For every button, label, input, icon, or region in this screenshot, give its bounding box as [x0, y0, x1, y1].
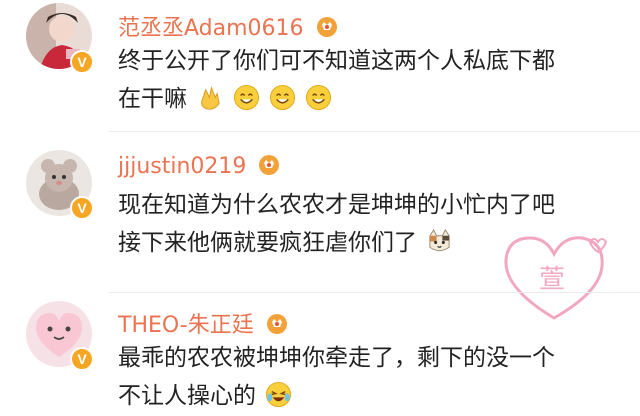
smile-emoji-icon: [233, 84, 259, 111]
fan-medal-icon: [259, 155, 280, 175]
comment-line-1: 终于公开了你们可不知道这两个人私底下都: [118, 48, 555, 74]
username[interactable]: jjjustin0219: [118, 152, 281, 179]
verified-badge-icon: V: [70, 347, 94, 371]
username[interactable]: 范丞丞Adam0616: [118, 10, 339, 42]
comment-item: V THEO-朱正廷 最乖的农农被坤坤你牵走了，剩下的没一个 不让人操心的: [0, 293, 640, 416]
comment-line-2-text: 在干嘛: [118, 86, 187, 112]
username-text: THEO-朱正廷: [118, 313, 254, 338]
comment-text: 现在知道为什么农农才是坤坤的小忙内了吧 接下来他俩就要疯狂虐你们了: [118, 186, 555, 262]
comment-line-2-text: 接下来他俩就要疯狂虐你们了: [118, 230, 417, 256]
comment-item: V 范丞丞Adam0616 终于公开了你们可不知道这两个人私底下都 在干嘛: [0, 0, 640, 130]
laugh-cry-emoji-icon: [266, 381, 292, 408]
comment-line-1: 最乖的农农被坤坤你牵走了，剩下的没一个: [118, 345, 555, 371]
verified-badge-icon: V: [70, 196, 94, 220]
comment-line-2: 接下来他俩就要疯狂虐你们了: [118, 224, 555, 262]
comment-line-1: 现在知道为什么农农才是坤坤的小忙内了吧: [118, 192, 555, 218]
comment-line-2: 在干嘛: [118, 80, 555, 118]
username[interactable]: THEO-朱正廷: [118, 307, 289, 339]
verified-badge-icon: V: [70, 50, 94, 74]
comment-line-2-text: 不让人操心的: [118, 383, 256, 409]
fan-medal-icon: [316, 17, 337, 37]
watermark-text: 萱: [539, 265, 565, 295]
smile-emoji-icon: [306, 84, 332, 111]
username-text: jjjustin0219: [118, 154, 247, 179]
clap-emoji-icon: [201, 86, 220, 110]
comment-line-2: 不让人操心的: [118, 377, 555, 415]
username-text: 范丞丞Adam0616: [118, 16, 304, 41]
comment-text: 终于公开了你们可不知道这两个人私底下都 在干嘛: [118, 42, 555, 118]
comment-text: 最乖的农农被坤坤你牵走了，剩下的没一个 不让人操心的: [118, 339, 555, 415]
fan-medal-icon: [266, 314, 287, 334]
smile-emoji-icon: [269, 84, 295, 111]
cat-emoji-icon: [429, 228, 450, 252]
